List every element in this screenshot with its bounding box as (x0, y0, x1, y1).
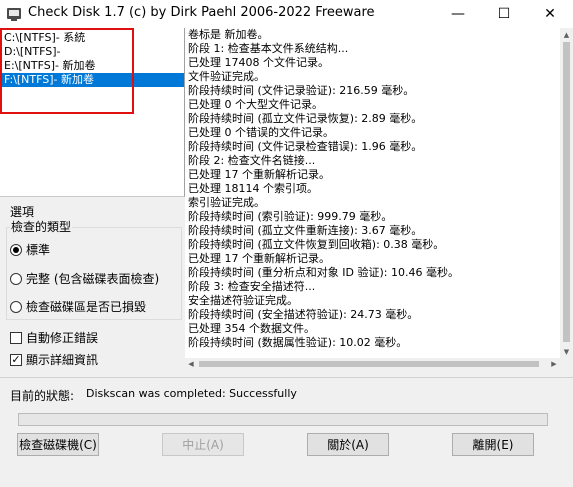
maximize-button[interactable]: ☐ (481, 0, 527, 28)
log-line: 阶段持续时间 (孤立文件恢复到回收箱): 0.38 毫秒。 (188, 238, 445, 251)
log-line: 已处理 354 个数据文件。 (188, 322, 315, 335)
drive-list[interactable]: C:\[NTFS]- 系統 D:\[NTFS]- E:\[NTFS]- 新加卷 F:\… (0, 28, 185, 197)
log-line: 阶段持续时间 (安全描述符验证): 24.73 毫秒。 (188, 308, 419, 321)
scroll-left-icon[interactable]: ◀ (185, 358, 197, 370)
log-line: 已处理 17 个重新解析记录。 (188, 168, 330, 181)
log-line: 安全描述符验证完成。 (188, 294, 298, 307)
status-label: 目前的狀態: (10, 389, 75, 403)
log-line: 卷标是 新加卷。 (188, 28, 269, 41)
check-type-title: 檢查的類型 (10, 218, 73, 235)
progress-bar (18, 413, 548, 426)
drive-item[interactable]: C:\[NTFS]- 系統 (0, 31, 184, 45)
horizontal-scroll-thumb[interactable] (199, 361, 539, 367)
stop-button[interactable]: 中止(A) (162, 433, 244, 456)
show-details-label: 顯示詳細資訊 (26, 353, 99, 367)
log-line: 已处理 17408 个文件记录。 (188, 56, 329, 69)
drive-item[interactable]: F:\[NTFS]- 新加卷 (0, 73, 184, 87)
log-line: 阶段持续时间 (孤立文件重新连接): 3.67 毫秒。 (188, 224, 423, 237)
log-output[interactable]: 卷标是 新加卷。 阶段 1: 检查基本文件系统结构... 已处理 17408 个文件… (185, 28, 560, 358)
auto-fix-box[interactable] (10, 331, 22, 344)
radio-standard-indicator[interactable] (10, 243, 22, 256)
show-details-checkbox[interactable]: ✓ 顯示詳細資訊 (10, 351, 98, 368)
drive-item[interactable]: E:\[NTFS]- 新加卷 (0, 59, 184, 73)
radio-corruption-indicator[interactable] (10, 300, 22, 313)
app-icon (7, 8, 21, 21)
log-line: 文件验证完成。 (188, 70, 265, 83)
radio-corruption[interactable]: 檢查磁碟區是否已損毀 (10, 298, 146, 315)
log-line: 已处理 0 个大型文件记录。 (188, 98, 323, 111)
vertical-scroll-thumb[interactable] (563, 42, 570, 342)
log-line: 阶段持续时间 (索引验证): 999.79 毫秒。 (188, 210, 393, 223)
radio-full-indicator[interactable] (10, 272, 22, 285)
auto-fix-checkbox[interactable]: 自動修正錯誤 (10, 329, 98, 346)
check-drive-button[interactable]: 檢查磁碟機(C) (17, 433, 99, 456)
log-line: 已处理 0 个错误的文件记录。 (188, 126, 334, 139)
minimize-button[interactable]: — (435, 0, 481, 28)
log-line: 阶段 1: 检查基本文件系统结构... (188, 42, 349, 55)
about-button[interactable]: 關於(A) (307, 433, 389, 456)
exit-button[interactable]: 離開(E) (452, 433, 534, 456)
scroll-up-icon[interactable]: ▲ (560, 28, 573, 41)
log-line: 阶段持续时间 (文件记录验证): 216.59 毫秒。 (188, 84, 415, 97)
log-line: 已处理 18114 个索引项。 (188, 182, 318, 195)
drive-item[interactable]: D:\[NTFS]- (0, 45, 184, 59)
radio-standard[interactable]: 標準 (10, 241, 50, 258)
divider (0, 377, 573, 378)
radio-full[interactable]: 完整 (包含磁碟表面檢查) (10, 270, 159, 287)
log-line: 索引验证完成。 (188, 196, 265, 209)
auto-fix-label: 自動修正錯誤 (26, 331, 99, 345)
radio-full-label: 完整 (包含磁碟表面檢查) (26, 272, 160, 286)
radio-corruption-label: 檢查磁碟區是否已損毀 (26, 300, 147, 314)
scroll-right-icon[interactable]: ▶ (548, 358, 560, 370)
log-line: 已处理 17 个重新解析记录。 (188, 252, 330, 265)
window-title: Check Disk 1.7 (c) by Dirk Paehl 2006-20… (28, 5, 375, 20)
log-line: 阶段持续时间 (重分析点和对象 ID 验证): 10.46 毫秒。 (188, 266, 459, 279)
radio-standard-label: 標準 (26, 243, 51, 257)
scroll-down-icon[interactable]: ▼ (560, 345, 573, 358)
title-bar: Check Disk 1.7 (c) by Dirk Paehl 2006-20… (0, 0, 573, 28)
horizontal-scrollbar[interactable]: ◀ ▶ (185, 358, 560, 370)
log-line: 阶段持续时间 (文件记录检查错误): 1.96 毫秒。 (188, 140, 423, 153)
show-details-box[interactable]: ✓ (10, 353, 22, 366)
close-button[interactable]: ✕ (527, 0, 573, 28)
log-line: 阶段持续时间 (数据属性验证): 10.02 毫秒。 (188, 336, 408, 349)
vertical-scrollbar[interactable]: ▲ ▼ (560, 28, 573, 358)
status-text: Diskscan was completed: Successfully (86, 387, 297, 400)
log-line: 阶段 2: 检查文件名链接... (188, 154, 316, 167)
log-line: 阶段 3: 检查安全描述符... (188, 280, 316, 293)
log-line: 阶段持续时间 (孤立文件记录恢复): 2.89 毫秒。 (188, 112, 423, 125)
